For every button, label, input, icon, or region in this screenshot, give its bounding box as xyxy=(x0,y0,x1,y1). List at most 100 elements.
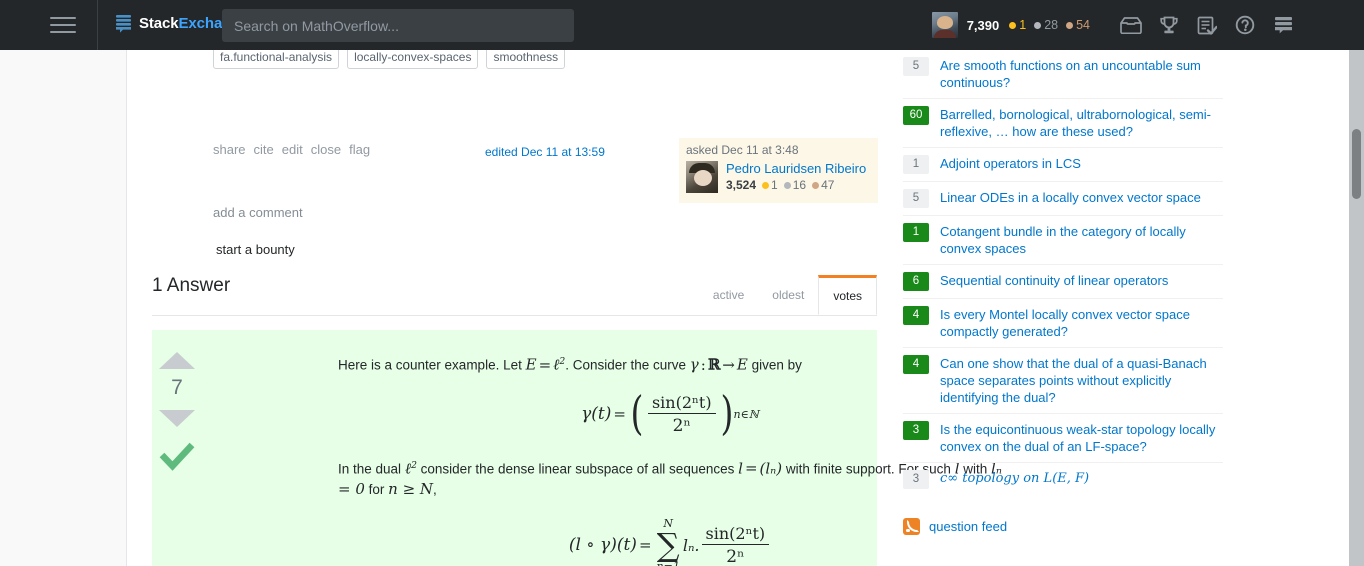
topbar-divider xyxy=(97,0,98,50)
related-question-title[interactable]: Adjoint operators in LCS xyxy=(940,155,1081,172)
bronze-badge-count[interactable]: 54 xyxy=(1066,18,1090,32)
help-icon[interactable] xyxy=(1226,8,1264,42)
math-gamma: γ xyxy=(689,355,699,374)
math-colon: : xyxy=(700,355,706,374)
cite-link[interactable]: cite xyxy=(254,142,274,157)
related-vote-count: 4 xyxy=(903,355,929,374)
related-question-title[interactable]: Is the equicontinuous weak-star topology… xyxy=(940,421,1223,455)
formula2-summation: N ∑ n=1 xyxy=(657,517,680,566)
silver-badge-value: 28 xyxy=(1044,18,1059,32)
related-question-title[interactable]: Linear ODEs in a locally convex vector s… xyxy=(940,189,1201,206)
asked-timestamp: asked Dec 11 at 3:48 xyxy=(686,143,799,157)
avatar[interactable] xyxy=(931,12,958,38)
related-question-title[interactable]: Is every Montel locally convex vector sp… xyxy=(940,306,1223,340)
formula1-close-paren: ) xyxy=(720,386,734,441)
list-item[interactable]: 1 Cotangent bundle in the category of lo… xyxy=(903,215,1223,264)
scrollbar-thumb[interactable] xyxy=(1352,129,1361,199)
list-item[interactable]: 6 Sequential continuity of linear operat… xyxy=(903,264,1223,298)
tag-item[interactable]: fa.functional-analysis xyxy=(213,50,340,69)
list-item[interactable]: 4 Can one show that the dual of a quasi-… xyxy=(903,347,1223,413)
list-item[interactable]: 4 Is every Montel locally convex vector … xyxy=(903,298,1223,347)
tag-item[interactable]: locally-convex-spaces xyxy=(347,50,479,69)
math-E: E xyxy=(525,355,537,374)
question-feed-row[interactable]: question feed xyxy=(903,518,1223,535)
stackexchange-stack-icon xyxy=(115,14,132,33)
formula2-equals: = xyxy=(638,536,652,554)
tab-active[interactable]: active xyxy=(699,275,758,314)
formula1-equals: = xyxy=(613,405,626,423)
formula2-numerator: sin(2ⁿt) xyxy=(701,524,770,545)
accepted-answer-checkmark-icon[interactable] xyxy=(152,441,202,471)
list-item[interactable]: 3 Is the equicontinuous weak-star topolo… xyxy=(903,413,1223,462)
related-question-title[interactable]: c∞ topology on L(E, F) xyxy=(940,470,1089,487)
math-equals-2: = xyxy=(744,459,758,477)
inbox-icon[interactable] xyxy=(1112,8,1150,42)
tag-item[interactable]: smoothness xyxy=(486,50,566,69)
answer-post: 7 Here is a counter example. Let E = ℓ2. C… xyxy=(152,330,1002,566)
related-vote-count: 3 xyxy=(903,470,929,489)
related-question-title[interactable]: Cotangent bundle in the category of loca… xyxy=(940,223,1223,257)
related-vote-count: 4 xyxy=(903,306,929,325)
math-E2: E xyxy=(736,355,748,374)
silver-badge-count[interactable]: 28 xyxy=(1034,18,1058,32)
related-question-title[interactable]: Can one show that the dual of a quasi-Ba… xyxy=(940,355,1223,406)
flag-link[interactable]: flag xyxy=(349,142,370,157)
user-display-name[interactable]: Pedro Lauridsen Ribeiro xyxy=(726,161,866,177)
bronze-badge-icon xyxy=(812,181,820,189)
list-item[interactable]: 5 Linear ODEs in a locally convex vector… xyxy=(903,181,1223,215)
user-reputation: 3,524 xyxy=(726,178,757,192)
user-bronze-badges[interactable]: 47 xyxy=(812,178,834,192)
math-n-ge-N: n ≥ N xyxy=(388,480,434,498)
math-equals: = xyxy=(538,355,552,374)
search-input[interactable] xyxy=(222,9,574,42)
close-link[interactable]: close xyxy=(311,142,341,157)
logo-text-stack: Stack xyxy=(139,15,179,32)
add-comment-link[interactable]: add a comment xyxy=(213,205,303,220)
downvote-arrow-icon[interactable] xyxy=(159,410,195,427)
related-questions-sidebar: 5 Are smooth functions on an uncountable… xyxy=(903,50,1223,535)
silver-badge-icon xyxy=(783,181,791,189)
hamburger-menu-icon[interactable] xyxy=(50,12,78,38)
achievements-trophy-icon[interactable] xyxy=(1150,8,1188,42)
tab-votes[interactable]: votes xyxy=(818,275,877,315)
list-item[interactable]: 5 Are smooth functions on an uncountable… xyxy=(903,50,1223,98)
share-link[interactable]: share xyxy=(213,142,246,157)
formula2-sum-lower: n=1 xyxy=(657,560,680,566)
user-gold-count: 1 xyxy=(771,178,778,192)
related-vote-count: 60 xyxy=(903,106,929,125)
start-bounty-button[interactable]: start a bounty xyxy=(216,242,295,257)
tab-oldest[interactable]: oldest xyxy=(758,275,818,314)
related-vote-count: 1 xyxy=(903,155,929,174)
related-question-title[interactable]: Are smooth functions on an uncountable s… xyxy=(940,57,1223,91)
gold-badge-count[interactable]: 1 xyxy=(1009,18,1026,32)
user-gold-badges[interactable]: 1 xyxy=(762,178,778,192)
avatar[interactable] xyxy=(686,161,718,193)
list-item[interactable]: 1 Adjoint operators in LCS xyxy=(903,147,1223,181)
list-item[interactable]: 60 Barrelled, bornological, ultrabornolo… xyxy=(903,98,1223,147)
reputation-score[interactable]: 7,390 xyxy=(967,18,1000,33)
formula1-lhs: γ(t) xyxy=(581,404,612,424)
rss-feed-icon xyxy=(903,518,920,535)
formula2-lhs: (l ∘ γ)(t) xyxy=(568,535,637,555)
upvote-arrow-icon[interactable] xyxy=(159,352,195,369)
topbar-user-area: 7,390 1 28 54 xyxy=(931,0,1302,50)
silver-badge-icon xyxy=(1034,21,1042,29)
bronze-badge-icon xyxy=(1066,21,1074,29)
user-silver-badges[interactable]: 16 xyxy=(783,178,806,192)
answers-count-title: 1 Answer xyxy=(152,275,231,296)
edit-link[interactable]: edit xyxy=(282,142,303,157)
edited-link[interactable]: edited Dec 11 at 13:59 xyxy=(485,145,605,159)
related-vote-count: 1 xyxy=(903,223,929,242)
related-question-title[interactable]: Sequential continuity of linear operator… xyxy=(940,272,1168,289)
site-switcher-icon[interactable] xyxy=(1264,8,1302,42)
answer-sort-tabs: active oldest votes xyxy=(699,275,877,315)
question-feed-link[interactable]: question feed xyxy=(929,519,1007,534)
review-icon[interactable] xyxy=(1188,8,1226,42)
list-item[interactable]: 3 c∞ topology on L(E, F) xyxy=(903,462,1223,496)
related-question-title[interactable]: Barrelled, bornological, ultrabornologic… xyxy=(940,106,1223,140)
hamburger-line xyxy=(50,31,76,33)
formula1-subscript: n∈ℕ xyxy=(733,407,759,421)
vertical-scrollbar[interactable] xyxy=(1349,50,1364,566)
edited-timestamp: edited Dec 11 at 13:59 xyxy=(485,145,605,159)
answer-text-2f: , xyxy=(433,482,437,497)
